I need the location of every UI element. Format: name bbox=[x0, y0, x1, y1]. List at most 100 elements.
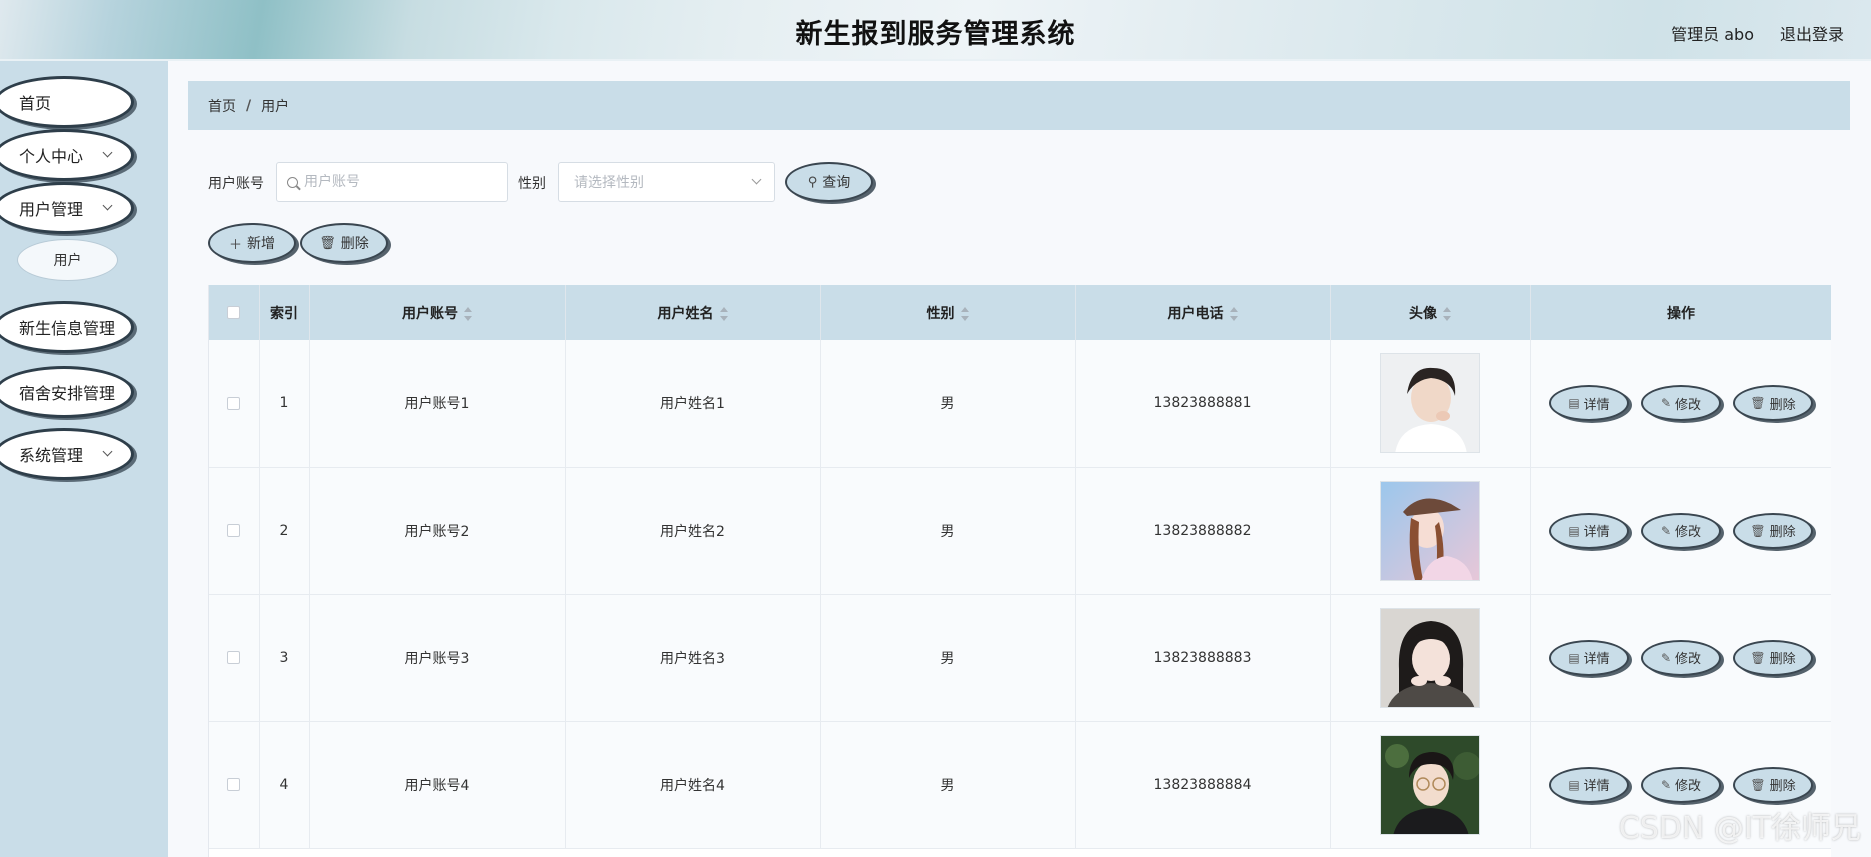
breadcrumb-home[interactable]: 首页 bbox=[208, 96, 236, 116]
row-gender: 男 bbox=[820, 721, 1076, 849]
avatar bbox=[1380, 734, 1480, 835]
watermark: CSDN @IT徐师兄 bbox=[1618, 811, 1861, 846]
search-button[interactable]: ⚲ 查询 bbox=[785, 162, 873, 202]
sidebar-item-label: 新生信息管理 bbox=[19, 319, 116, 338]
row-gender: 男 bbox=[820, 340, 1076, 468]
search-button-label: 查询 bbox=[822, 175, 851, 191]
edit-icon: ✎ bbox=[1660, 777, 1672, 792]
bulk-delete-button-label: 删除 bbox=[340, 236, 369, 252]
row-account: 用户账号4 bbox=[309, 721, 566, 849]
detail-button[interactable]: ▤ 详情 bbox=[1549, 766, 1629, 803]
delete-button[interactable]: 🗑 删除 bbox=[1733, 639, 1813, 676]
row-account: 用户账号2 bbox=[309, 467, 566, 595]
current-user: 管理员 abo bbox=[1671, 25, 1754, 44]
account-filter-label: 用户账号 bbox=[208, 176, 264, 192]
bulk-delete-button[interactable]: 🗑 删除 bbox=[300, 223, 388, 263]
header-select-all bbox=[209, 285, 260, 340]
chevron-down-icon bbox=[751, 174, 762, 185]
add-button[interactable]: ＋ 新增 bbox=[208, 223, 296, 263]
row-checkbox[interactable] bbox=[227, 524, 241, 537]
trash-icon: 🗑 bbox=[1750, 396, 1766, 411]
row-checkbox[interactable] bbox=[227, 778, 241, 791]
avatar bbox=[1380, 353, 1480, 454]
logout-link[interactable]: 退出登录 bbox=[1780, 21, 1844, 45]
table-row: 1 用户账号1 用户姓名1 男 13823888881 ▤ 详情 ✎ 修改 🗑 … bbox=[209, 340, 1831, 468]
sidebar-item-system-management[interactable]: 系统管理 bbox=[0, 428, 134, 480]
delete-button[interactable]: 🗑 删除 bbox=[1733, 512, 1813, 549]
header-avatar[interactable]: 头像 bbox=[1330, 285, 1531, 340]
delete-button[interactable]: 🗑 删除 bbox=[1733, 766, 1813, 803]
gender-filter-label: 性别 bbox=[518, 176, 546, 192]
gender-select[interactable]: 请选择性别 bbox=[558, 162, 775, 202]
row-name: 用户姓名1 bbox=[565, 340, 821, 468]
app-title: 新生报到服务管理系统 bbox=[795, 19, 1076, 50]
row-name: 用户姓名2 bbox=[565, 467, 821, 595]
edit-button[interactable]: ✎ 修改 bbox=[1641, 385, 1721, 422]
avatar bbox=[1380, 480, 1480, 581]
chevron-down-icon bbox=[102, 446, 113, 457]
header-avatar-label: 头像 bbox=[1409, 305, 1437, 322]
delete-button-label: 删除 bbox=[1769, 779, 1796, 794]
avatar bbox=[1380, 607, 1480, 708]
header-account[interactable]: 用户账号 bbox=[309, 285, 566, 340]
plus-icon: ＋ bbox=[228, 237, 242, 253]
header-name-label: 用户姓名 bbox=[657, 305, 714, 322]
edit-icon: ✎ bbox=[1660, 396, 1672, 411]
sort-icon[interactable] bbox=[464, 306, 472, 321]
document-icon: ▤ bbox=[1568, 396, 1580, 411]
sidebar-item-label: 宿舍安排管理 bbox=[19, 384, 116, 403]
sidebar-item-dorm-arrangement[interactable]: 宿舍安排管理 bbox=[0, 366, 134, 418]
row-gender: 男 bbox=[820, 467, 1076, 595]
table-row: 2 用户账号2 用户姓名2 男 13823888882 ▤ 详情 ✎ 修改 🗑 … bbox=[209, 467, 1831, 595]
header-index: 索引 bbox=[259, 285, 310, 340]
sort-icon[interactable] bbox=[1443, 306, 1451, 321]
trash-icon: 🗑 bbox=[1750, 650, 1766, 665]
select-all-checkbox[interactable] bbox=[227, 306, 241, 319]
delete-button-label: 删除 bbox=[1769, 397, 1796, 413]
account-search-box[interactable] bbox=[276, 162, 508, 202]
sort-icon[interactable] bbox=[960, 306, 969, 321]
header-actions: 操作 bbox=[1530, 285, 1831, 340]
edit-icon: ✎ bbox=[1660, 523, 1672, 538]
detail-button[interactable]: ▤ 详情 bbox=[1549, 639, 1629, 676]
detail-button[interactable]: ▤ 详情 bbox=[1549, 385, 1629, 422]
gender-select-placeholder: 请选择性别 bbox=[574, 175, 644, 191]
header-index-label: 索引 bbox=[270, 305, 298, 322]
sidebar-item-home[interactable]: 首页 bbox=[0, 76, 134, 128]
sidebar-subitem-user[interactable]: 用户 bbox=[17, 239, 118, 281]
table-row: 4 用户账号4 用户姓名4 男 13823888884 ▤ 详情 ✎ 修改 🗑 … bbox=[209, 721, 1831, 849]
row-phone: 13823888882 bbox=[1075, 467, 1331, 595]
document-icon: ▤ bbox=[1568, 777, 1580, 792]
edit-button[interactable]: ✎ 修改 bbox=[1641, 766, 1721, 803]
header-gender-label: 性别 bbox=[926, 305, 955, 322]
sort-icon[interactable] bbox=[1229, 306, 1238, 321]
trash-icon: 🗑 bbox=[1750, 523, 1766, 538]
row-index: 1 bbox=[259, 340, 310, 468]
edit-button[interactable]: ✎ 修改 bbox=[1641, 512, 1721, 549]
breadcrumb-current: 用户 bbox=[261, 98, 290, 115]
row-phone: 13823888881 bbox=[1075, 340, 1331, 468]
row-checkbox[interactable] bbox=[227, 651, 241, 664]
row-index: 2 bbox=[259, 467, 310, 595]
top-header: 新生报到服务管理系统 管理员 abo 退出登录 bbox=[0, 0, 1871, 61]
edit-button-label: 修改 bbox=[1675, 397, 1702, 413]
detail-button[interactable]: ▤ 详情 bbox=[1549, 512, 1629, 549]
sort-icon[interactable] bbox=[719, 306, 728, 321]
sidebar-item-label: 首页 bbox=[19, 94, 52, 113]
detail-button-label: 详情 bbox=[1583, 779, 1610, 794]
delete-button[interactable]: 🗑 删除 bbox=[1733, 385, 1813, 422]
sidebar-item-user-management[interactable]: 用户管理 bbox=[0, 182, 134, 234]
row-index: 3 bbox=[259, 594, 310, 722]
sidebar-item-student-info[interactable]: 新生信息管理 bbox=[0, 301, 134, 353]
header-gender[interactable]: 性别 bbox=[820, 285, 1076, 340]
detail-button-label: 详情 bbox=[1583, 652, 1610, 667]
row-checkbox[interactable] bbox=[227, 396, 241, 410]
header-name[interactable]: 用户姓名 bbox=[565, 285, 821, 340]
sidebar: 首页 个人中心 用户管理 用户 新生信息管理 宿舍安排管理 系统管理 bbox=[0, 61, 168, 857]
detail-button-label: 详情 bbox=[1583, 397, 1610, 413]
sidebar-item-personal-center[interactable]: 个人中心 bbox=[0, 129, 134, 181]
edit-button[interactable]: ✎ 修改 bbox=[1641, 639, 1721, 676]
header-phone[interactable]: 用户电话 bbox=[1075, 285, 1331, 340]
sidebar-item-label: 用户管理 bbox=[19, 200, 84, 219]
account-search-input[interactable] bbox=[304, 174, 484, 190]
